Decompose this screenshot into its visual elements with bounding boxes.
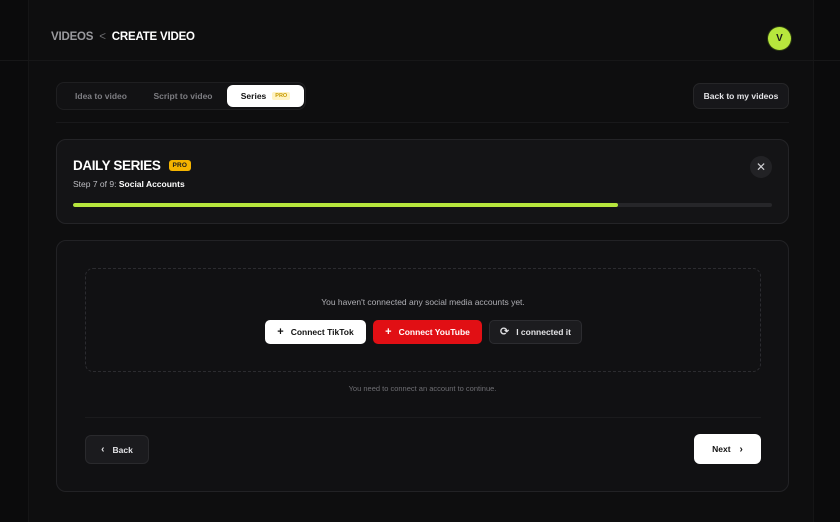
pro-badge: PRO [168,160,192,171]
series-title: DAILY SERIES PRO [73,158,192,173]
progress-bar [73,203,772,207]
tab-series-label: Series [240,91,267,101]
chevron-right-icon: › [739,443,743,455]
progress-fill [73,203,619,207]
connect-tiktok-label: Connect TikTok [290,327,354,337]
next-label: Next [712,444,731,454]
connect-hint: You need to connect an account to contin… [348,384,497,393]
series-header-card: DAILY SERIES PRO Step 7 of 9: Social Acc… [56,139,789,224]
i-connected-it-label: I connected it [516,327,571,337]
empty-accounts-message: You haven't connected any social media a… [321,297,525,307]
top-bar: VIDEOS < CREATE VIDEO V [0,0,840,61]
tab-pro-badge: PRO [272,92,291,100]
divider [85,417,761,418]
back-button[interactable]: ‹ Back [85,435,149,464]
breadcrumb-videos-link[interactable]: VIDEOS [51,31,93,43]
breadcrumb: VIDEOS < CREATE VIDEO [51,31,195,43]
next-button[interactable]: Next › [694,434,761,464]
back-to-videos-button[interactable]: Back to my videos [693,83,789,109]
connect-tiktok-button[interactable]: + Connect TikTok [265,320,366,344]
connect-youtube-button[interactable]: + Connect YouTube [373,320,482,344]
chevron-left-icon: ‹ [101,444,105,455]
divider [56,122,789,123]
i-connected-it-button[interactable]: ⟳ I connected it [489,320,582,344]
social-accounts-card: You haven't connected any social media a… [56,240,789,492]
refresh-icon: ⟳ [499,325,510,338]
connect-accounts-panel: You haven't connected any social media a… [85,268,761,372]
step-indicator: Step 7 of 9: Social Accounts [73,179,185,189]
mode-tabs: Idea to video Script to video Series PRO [56,82,306,110]
tab-series[interactable]: Series PRO [227,85,304,107]
back-label: Back [112,444,133,455]
breadcrumb-current: CREATE VIDEO [111,31,195,43]
tab-idea-to-video[interactable]: Idea to video [61,85,141,107]
plus-icon: + [385,325,392,338]
breadcrumb-separator: < [99,31,106,43]
tab-script-to-video[interactable]: Script to video [143,85,223,107]
connect-youtube-label: Connect YouTube [398,327,470,337]
user-avatar[interactable]: V [768,27,791,50]
plus-icon: + [277,325,284,338]
series-title-text: DAILY SERIES [73,158,161,173]
step-name: Social Accounts [118,179,185,189]
close-icon[interactable]: ✕ [750,156,772,178]
step-prefix: Step 7 of 9: [73,179,117,189]
